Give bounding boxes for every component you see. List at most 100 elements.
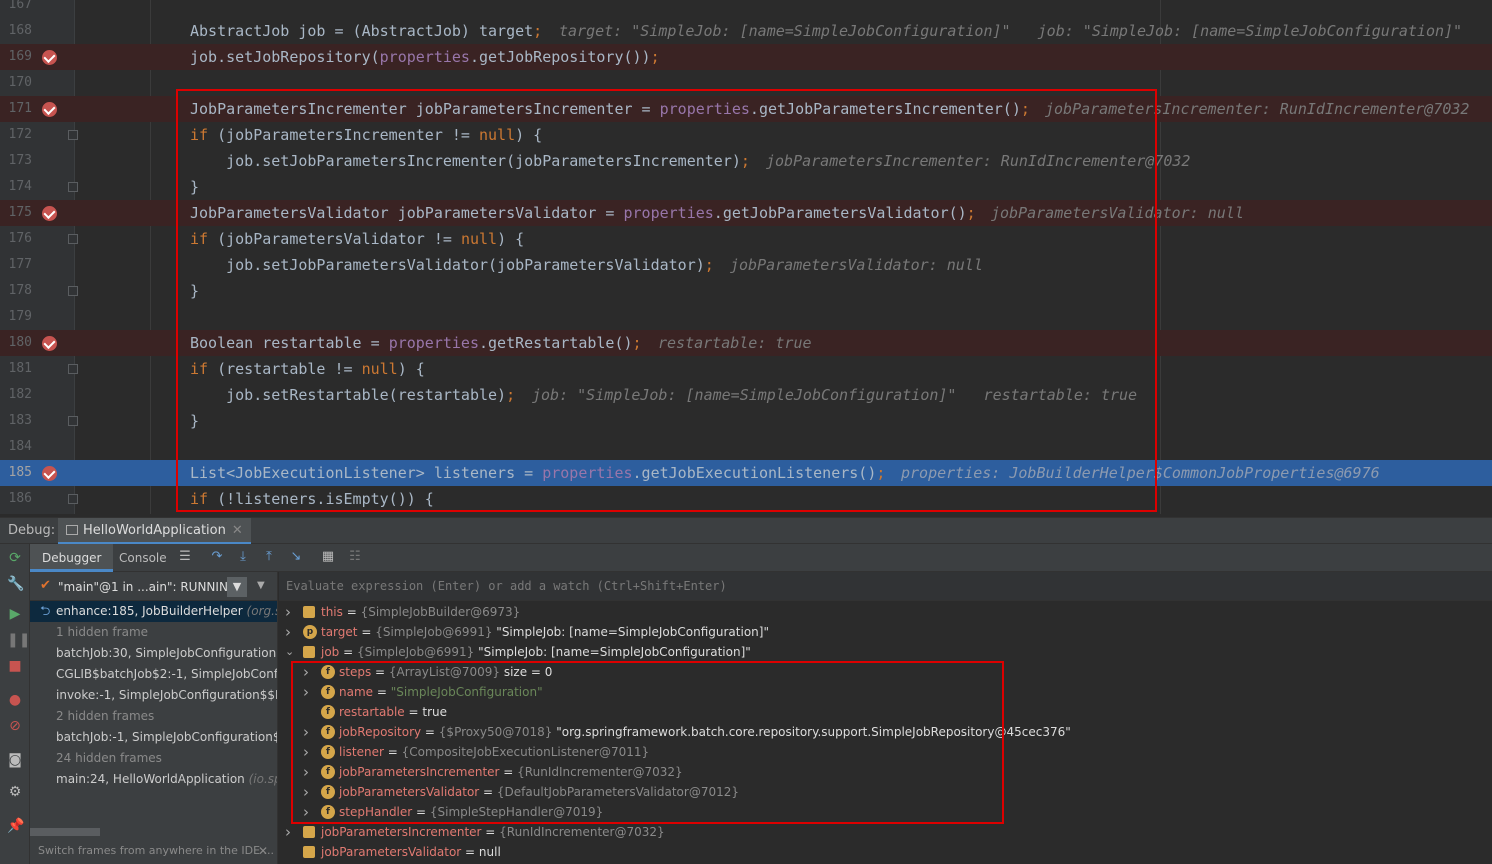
fold-icon[interactable] <box>68 182 78 192</box>
pause-icon[interactable]: ❚❚ <box>7 632 30 648</box>
variable-row[interactable]: › jobParametersIncrementer = {RunIdIncrem… <box>279 822 1492 842</box>
run-tab-label: HelloWorldApplication <box>83 523 226 538</box>
chevron-right-icon[interactable]: › <box>285 822 295 842</box>
line-number[interactable]: 182 <box>0 382 32 408</box>
step-into-icon[interactable]: ⤓ <box>235 549 251 565</box>
view-breakpoints-icon[interactable]: ● <box>7 692 23 708</box>
stack-frame[interactable]: 2 hidden frames <box>30 706 277 727</box>
line-number[interactable]: 174 <box>0 174 32 200</box>
tab-run-configuration[interactable]: HelloWorldApplication ✕ <box>58 518 251 545</box>
chevron-right-icon[interactable]: › <box>285 602 295 622</box>
camera-icon[interactable]: ◙ <box>7 752 23 768</box>
line-number[interactable]: 172 <box>0 122 32 148</box>
watch-expression-input[interactable]: Evaluate expression (Enter) or add a wat… <box>279 572 1492 601</box>
thread-label: "main"@1 in ...ain": RUNNING <box>58 580 238 594</box>
stack-frame-label: 2 hidden frames <box>56 709 155 723</box>
line-number[interactable]: 179 <box>0 304 32 330</box>
wrench-icon[interactable]: 🔧 <box>7 576 24 592</box>
pin-icon[interactable]: 📌 <box>7 818 24 834</box>
mute-breakpoints-icon[interactable]: ⊘ <box>7 718 23 734</box>
line-number[interactable]: 176 <box>0 226 32 252</box>
breakpoint-icon[interactable] <box>42 50 57 65</box>
fold-icon[interactable] <box>68 494 78 504</box>
rerun-icon[interactable]: ⟳ <box>7 550 23 566</box>
stack-frame[interactable]: main:24, HelloWorldApplication (io.sprin <box>30 769 277 790</box>
gear-icon[interactable]: ⚙ <box>7 784 23 800</box>
close-icon[interactable]: ✕ <box>232 523 243 538</box>
line-number[interactable]: 177 <box>0 252 32 278</box>
variable-type: {SimpleJob@6991} <box>356 645 479 659</box>
code-text[interactable]: job.setJobRepository(properties.getJobRe… <box>190 44 660 70</box>
tab-debugger[interactable]: Debugger <box>30 544 114 572</box>
breakpoint-icon[interactable] <box>42 466 57 481</box>
stack-frame-label: 1 hidden frame <box>56 625 149 639</box>
horizontal-scrollbar[interactable] <box>30 828 100 836</box>
stack-frame[interactable]: ⮌ enhance:185, JobBuilderHelper (org.spri… <box>30 601 277 622</box>
line-number[interactable]: 181 <box>0 356 32 382</box>
chevron-down-icon[interactable]: ⌄ <box>285 642 295 662</box>
code-line[interactable]: 169 job.setJobRepository(properties.getJo… <box>0 44 1492 70</box>
stack-frame[interactable]: 1 hidden frame <box>30 622 277 643</box>
stack-frame[interactable]: batchJob:-1, SimpleJobConfiguration$$E <box>30 727 277 748</box>
line-number[interactable]: 168 <box>0 18 32 44</box>
stack-frame[interactable]: invoke:-1, SimpleJobConfiguration$$Enh <box>30 685 277 706</box>
line-number[interactable]: 169 <box>0 44 32 70</box>
line-number[interactable]: 185 <box>0 460 32 486</box>
chevron-right-icon[interactable]: › <box>285 622 295 642</box>
variable-name: target <box>321 625 358 639</box>
line-number[interactable]: 173 <box>0 148 32 174</box>
variable-value: null <box>478 845 501 859</box>
annotation-box-code <box>176 89 1157 512</box>
line-number[interactable]: 183 <box>0 408 32 434</box>
code-line[interactable]: 167 <box>0 0 1492 18</box>
step-out-icon[interactable]: ⤒ <box>261 549 277 565</box>
line-number[interactable]: 170 <box>0 70 32 96</box>
variable-row[interactable]: › p target = {SimpleJob@6991} "SimpleJob: … <box>279 622 1492 642</box>
fold-icon[interactable] <box>68 234 78 244</box>
evaluate-expression-icon[interactable]: ▦ <box>320 549 336 565</box>
line-number[interactable]: 186 <box>0 486 32 512</box>
stack-frame[interactable]: batchJob:30, SimpleJobConfiguration (io. <box>30 643 277 664</box>
fold-icon[interactable] <box>68 130 78 140</box>
variable-name: job <box>321 645 340 659</box>
inline-value-hint: target: "SimpleJob: [name=SimpleJobConfi… <box>559 22 1463 40</box>
fold-icon[interactable] <box>68 364 78 374</box>
chevron-down-icon[interactable]: ▼ <box>257 580 265 591</box>
layout-icon[interactable]: ☰ <box>177 549 193 565</box>
code-editor[interactable]: 167 168 AbstractJob job = (AbstractJob) ta… <box>0 0 1492 514</box>
run-to-cursor-icon[interactable]: ↘ <box>288 549 304 565</box>
stack-frame-package: (io.sprin <box>248 772 277 786</box>
line-number[interactable]: 175 <box>0 200 32 226</box>
stop-icon[interactable]: ■ <box>7 658 23 674</box>
line-number[interactable]: 167 <box>0 0 32 18</box>
trace-icon[interactable]: ☷ <box>347 549 363 565</box>
stack-frame[interactable]: 24 hidden frames <box>30 748 277 769</box>
breakpoint-icon[interactable] <box>42 206 57 221</box>
variable-icon <box>303 646 315 658</box>
line-number[interactable]: 184 <box>0 434 32 460</box>
filter-icon[interactable]: ▼ <box>227 577 247 597</box>
variable-type: {SimpleJob@6991} <box>375 625 497 639</box>
breakpoint-icon[interactable] <box>42 102 57 117</box>
variable-row[interactable]: › this = {SimpleJobBuilder@6973} <box>279 602 1492 622</box>
resume-icon[interactable]: ▶ <box>7 606 23 622</box>
variable-value: "SimpleJob: [name=SimpleJobConfiguration… <box>496 625 769 639</box>
line-number[interactable]: 171 <box>0 96 32 122</box>
stack-frame-label: 24 hidden frames <box>56 751 162 765</box>
step-over-icon[interactable]: ↷ <box>209 549 225 565</box>
fold-icon[interactable] <box>68 416 78 426</box>
variable-row[interactable]: jobParametersValidator = null <box>279 842 1492 862</box>
breakpoint-icon[interactable] <box>42 336 57 351</box>
annotation-box-variables <box>291 661 1004 824</box>
tab-console[interactable]: Console <box>107 544 179 572</box>
code-text[interactable]: AbstractJob job = (AbstractJob) target; <box>190 18 542 44</box>
close-icon[interactable]: ✕ <box>258 844 268 858</box>
thread-selector[interactable]: ✔ "main"@1 in ...ain": RUNNING ▼ ▼ <box>30 572 277 601</box>
stack-frame[interactable]: CGLIB$batchJob$2:-1, SimpleJobConfigu <box>30 664 277 685</box>
code-line[interactable]: 168 AbstractJob job = (AbstractJob) targe… <box>0 18 1492 44</box>
variable-row[interactable]: ⌄ job = {SimpleJob@6991} "SimpleJob: [nam… <box>279 642 1492 662</box>
fold-icon[interactable] <box>68 286 78 296</box>
line-number[interactable]: 178 <box>0 278 32 304</box>
variable-name: jobParametersIncrementer <box>321 825 482 839</box>
line-number[interactable]: 180 <box>0 330 32 356</box>
